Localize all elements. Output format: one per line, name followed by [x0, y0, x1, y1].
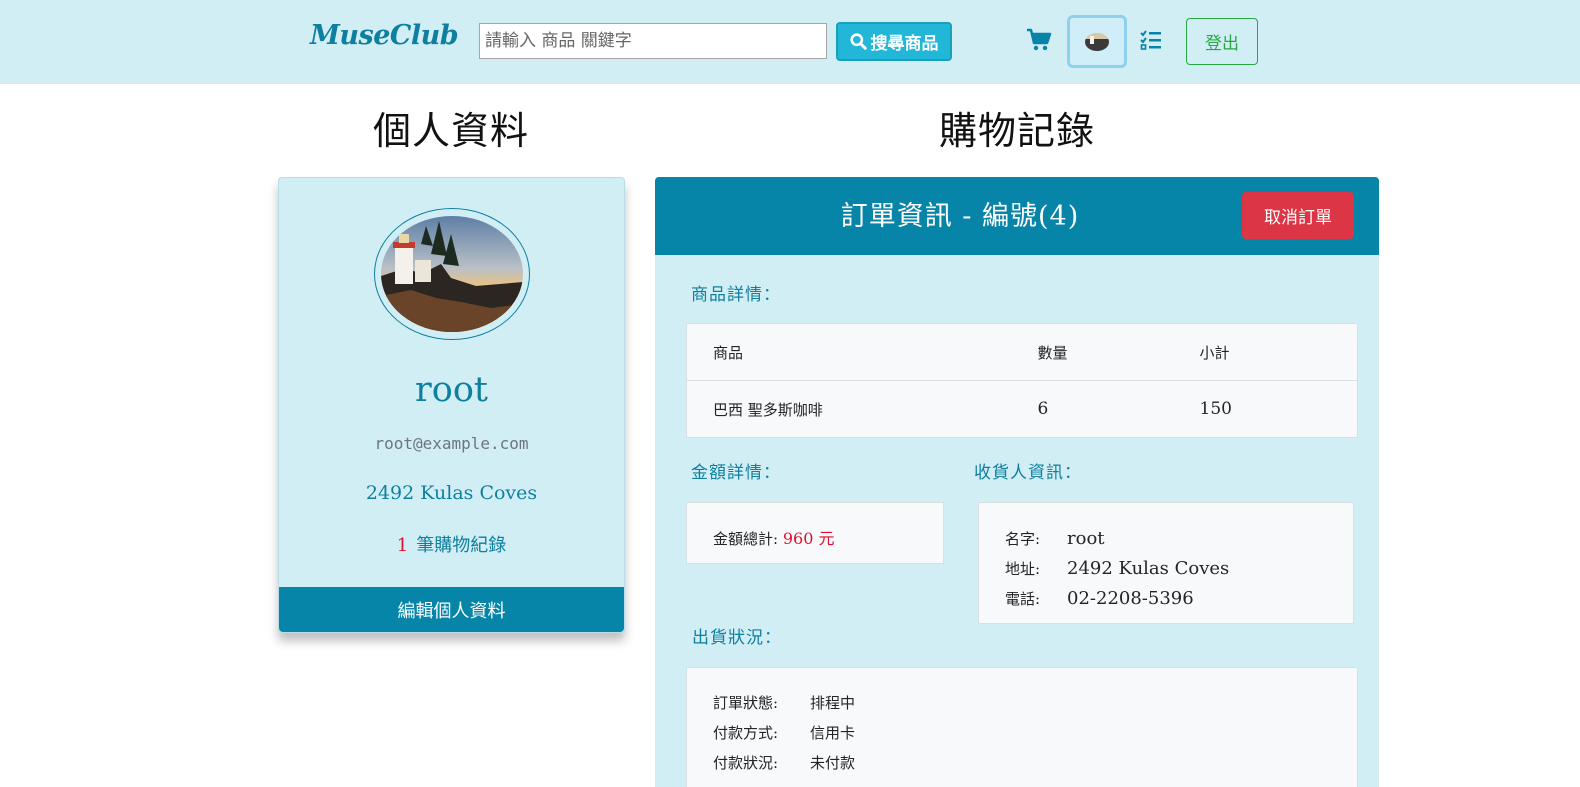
recipient-value: 02-2208-5396 [1067, 587, 1194, 609]
brand-logo[interactable]: MuseClub [310, 20, 459, 51]
navbar: MuseClub 搜尋商品 登出 [0, 0, 1580, 84]
order-count-number: 1 [396, 535, 409, 556]
order-header: 訂單資訊 - 編號(4) 取消訂單 [655, 177, 1379, 255]
avatar [1085, 32, 1109, 51]
search-button-label: 搜尋商品 [870, 34, 939, 54]
recipient-key: 地址: [1005, 559, 1041, 578]
search-button[interactable]: 搜尋商品 [836, 22, 952, 61]
profile-name: root [415, 370, 488, 410]
table-cell: 150 [1173, 380, 1358, 438]
amount-label: 金額詳情： [691, 463, 781, 483]
recipient-key: 名字: [1005, 529, 1041, 548]
recipient-key: 電話: [1005, 589, 1041, 608]
recipient-value: 2492 Kulas Coves [1067, 557, 1230, 579]
orders-heading: 購物記錄 [939, 109, 1096, 153]
order-count-suffix: 筆購物紀錄 [416, 535, 507, 556]
recipient-box: 名字: root 地址: 2492 Kulas Coves 電話: 02-2208-5… [978, 502, 1354, 624]
shipping-row: 付款方式: 信用卡 [713, 717, 1357, 747]
column-header: 數量 [1037, 343, 1068, 362]
shipping-value: 未付款 [810, 753, 856, 772]
recipient-label: 收貨人資訊： [974, 463, 1082, 483]
cancel-order-button[interactable]: 取消訂單 [1242, 192, 1354, 239]
shipping-key: 付款方式: [713, 723, 779, 742]
items-label: 商品詳情： [691, 285, 781, 305]
recipient-row: 電話: 02-2208-5396 [1005, 583, 1353, 613]
order-card: 訂單資訊 - 編號(4) 取消訂單 商品詳情： 商品 數量 小計 巴西 聖多斯咖… [655, 177, 1379, 787]
profile-order-count: 1 筆購物紀錄 [279, 531, 624, 557]
shipping-value: 排程中 [810, 693, 856, 712]
profile-email: root@example.com [374, 434, 529, 453]
recipient-row: 名字: root [1005, 523, 1353, 553]
amount-total-value: 960 元 [782, 529, 835, 548]
profile-avatar [374, 208, 530, 340]
recipient-value: root [1067, 527, 1105, 549]
profile-heading: 個人資料 [373, 109, 530, 153]
shipping-row: 付款狀況: 未付款 [713, 747, 1357, 777]
amount-total-label: 金額總計: [713, 530, 779, 548]
user-avatar-button[interactable] [1067, 15, 1127, 68]
cart-icon[interactable] [1026, 28, 1052, 52]
amount-box: 金額總計: 960 元 [686, 502, 944, 564]
avatar-image [381, 216, 523, 332]
order-title: 訂單資訊 - 編號(4) [840, 201, 1080, 232]
items-table: 商品 數量 小計 巴西 聖多斯咖啡 6 150 [686, 323, 1358, 438]
list-check-icon[interactable] [1140, 30, 1162, 50]
shipping-key: 訂單狀態: [713, 693, 779, 712]
table-header-row: 商品 數量 小計 [687, 324, 1358, 381]
profile-card: root root@example.com 2492 Kulas Coves 1… [278, 177, 625, 633]
column-header: 商品 [713, 343, 744, 362]
logout-button[interactable]: 登出 [1186, 18, 1258, 65]
column-header: 小計 [1199, 343, 1230, 362]
table-cell: 巴西 聖多斯咖啡 [686, 380, 1012, 438]
edit-profile-button[interactable]: 編輯個人資料 [279, 587, 624, 632]
shipping-label: 出貨狀況： [692, 628, 782, 648]
shipping-value: 信用卡 [810, 723, 856, 742]
shipping-box: 訂單狀態: 排程中 付款方式: 信用卡 付款狀況: 未付款 [686, 667, 1358, 787]
search-icon [849, 33, 867, 50]
table-row: 巴西 聖多斯咖啡 6 150 [686, 380, 1358, 438]
shipping-row: 訂單狀態: 排程中 [713, 687, 1357, 717]
shipping-key: 付款狀況: [713, 753, 779, 772]
profile-address: 2492 Kulas Coves [365, 482, 538, 504]
recipient-row: 地址: 2492 Kulas Coves [1005, 553, 1353, 583]
table-cell: 6 [1011, 380, 1174, 438]
search-input[interactable] [479, 23, 827, 59]
